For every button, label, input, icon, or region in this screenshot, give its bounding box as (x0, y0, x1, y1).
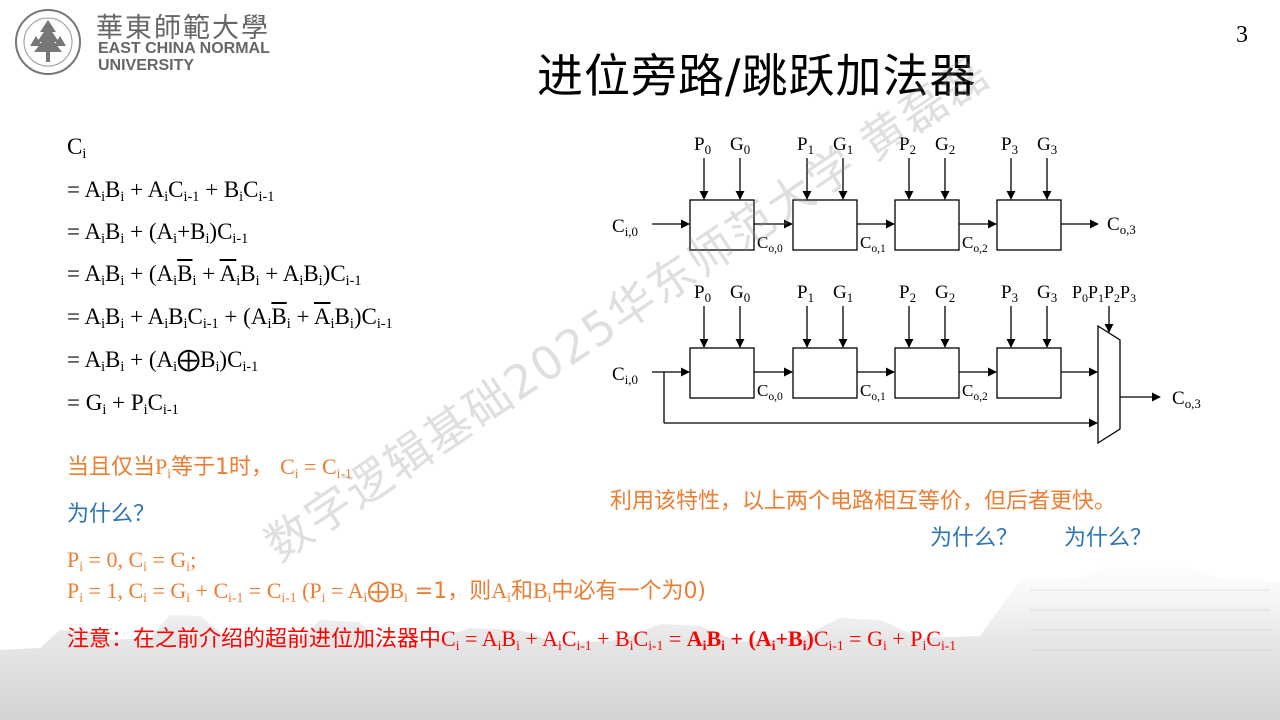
adder-block-1 (792, 347, 858, 399)
university-name-en-line1: EAST CHINA NORMAL (98, 40, 270, 57)
adder-block-2 (894, 347, 960, 399)
input-label-g3: G3 (1037, 134, 1057, 157)
derivation-line-7: = Gi + PiCi-1 (67, 390, 179, 418)
derivation-line-4: = AiBi + (AiBi + AiBi + AiBi)Ci-1 (67, 261, 362, 289)
carry-skip-chain: P0 G0 P1 G1 P2 G2 P3 G3Ci,0Co,0 Co,1 Co,2P0P1P2P3… (612, 282, 1201, 445)
derivation-line-6: = AiBi + (Ai⨁Bi)Ci-1 (67, 347, 259, 375)
adder-block-0 (689, 347, 755, 399)
input-label-g0: G0 (730, 282, 750, 305)
derivation-line-5: = AiBi + AiBiCi-1 + (AiBi + AiBi)Ci-1 (67, 304, 393, 332)
carry-out-label-1: Co,1 (860, 381, 886, 403)
input-label-p0: P0 (694, 134, 711, 157)
input-label-g2: G2 (935, 282, 955, 305)
university-logo (15, 9, 81, 75)
carry-out-label-1: Co,1 (860, 233, 886, 255)
input-label-p2: P2 (899, 282, 916, 305)
university-name-en-line2: UNIVERSITY (98, 57, 195, 74)
adder-block-3 (996, 199, 1062, 251)
page-number: 3 (1236, 22, 1248, 48)
carry-out-final-label: Co,3 (1172, 388, 1201, 411)
derivation-line-3: = AiBi + (Ai+Bi)Ci-1 (67, 219, 249, 247)
derivation-line-2: = AiBi + AiCi-1 + BiCi-1 (67, 177, 275, 205)
carry-in-label: Ci,0 (612, 216, 638, 239)
input-label-g1: G1 (833, 282, 853, 305)
skip-mux (1097, 324, 1121, 445)
derivation-line-1: Ci (67, 134, 87, 162)
why-question-1: 为什么？ (67, 502, 156, 527)
carry-in-label: Ci,0 (612, 364, 638, 387)
mux-select-label: P0P1P2P3 (1072, 282, 1136, 305)
carry-out-label-2: Co,2 (962, 381, 988, 403)
university-name-en: EAST CHINA NORMAL UNIVERSITY (98, 40, 270, 74)
carry-out-final-label: Co,3 (1107, 214, 1136, 237)
input-label-p3: P3 (1001, 282, 1018, 305)
why-question-3: 为什么？ (1064, 526, 1153, 551)
input-label-p3: P3 (1001, 134, 1018, 157)
equivalence-comment: 利用该特性，以上两个电路相互等价，但后者更快。 (610, 489, 1117, 514)
carry-out-label-2: Co,2 (962, 233, 988, 255)
adder-block-2 (894, 199, 960, 251)
input-label-g0: G0 (730, 134, 750, 157)
case-p-one: Pi = 1, Ci = Gi + Ci-1 = Ci-1 (Pi = Ai⨁B… (67, 578, 707, 605)
why-question-2: 为什么？ (930, 526, 1019, 551)
input-label-g3: G3 (1037, 282, 1057, 305)
input-label-g2: G2 (935, 134, 955, 157)
input-label-p1: P1 (797, 282, 814, 305)
adder-block-3 (996, 347, 1062, 399)
carry-out-label-0: Co,0 (757, 381, 783, 403)
note-line: 注意：在之前介绍的超前进位加法器中Ci = AiBi + AiCi-1 + Bi… (67, 626, 957, 653)
